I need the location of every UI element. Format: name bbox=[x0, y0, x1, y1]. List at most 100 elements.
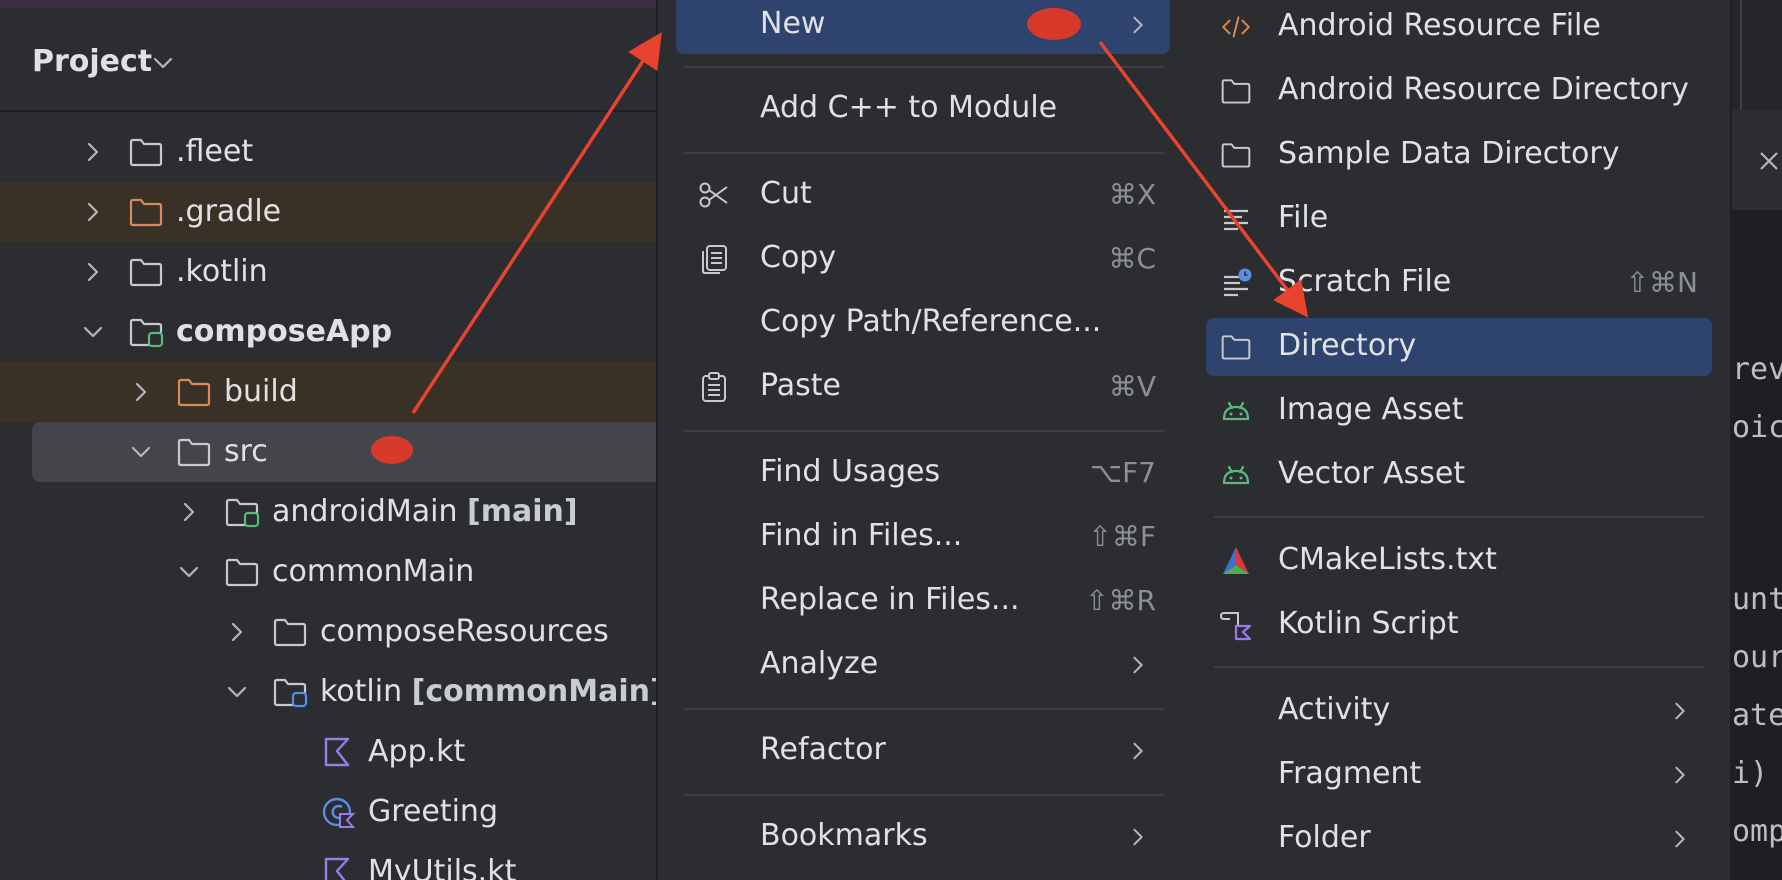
folder-icon bbox=[1220, 331, 1252, 363]
source-set-tag: [commonMain] bbox=[411, 674, 660, 709]
submenu-item-cmakelists[interactable]: CMakeLists.txt bbox=[1206, 532, 1712, 590]
chevron-down-icon[interactable] bbox=[178, 561, 200, 583]
submenu-item-activity[interactable]: Activity bbox=[1206, 682, 1712, 740]
menu-item-label: New bbox=[760, 6, 826, 41]
tree-item-build[interactable]: build bbox=[0, 362, 660, 422]
tree-item-composeapp[interactable]: composeApp bbox=[0, 302, 660, 362]
submenu-item-shortcut: ⇧⌘N bbox=[1625, 266, 1698, 299]
submenu-item-label: Scratch File bbox=[1278, 264, 1452, 299]
submenu-item-file[interactable]: File bbox=[1206, 190, 1712, 248]
menu-item-analyze[interactable]: Analyze bbox=[676, 636, 1170, 694]
menu-item-new[interactable]: New bbox=[676, 0, 1170, 54]
tree-item-gradle[interactable]: .gradle bbox=[0, 182, 660, 242]
tree-item-label: Greeting bbox=[368, 794, 498, 829]
submenu-item-image-asset[interactable]: Image Asset bbox=[1206, 382, 1712, 440]
submenu-item-label: Android Resource File bbox=[1278, 8, 1601, 43]
chevron-right-icon[interactable] bbox=[130, 381, 152, 403]
folder-icon bbox=[128, 136, 164, 168]
tree-item-androidmain[interactable]: androidMain [main] bbox=[0, 482, 660, 542]
menu-item-label: Add C++ to Module bbox=[760, 90, 1058, 125]
menu-item-cut[interactable]: Cut ⌘X bbox=[676, 166, 1170, 224]
menu-item-find-usages[interactable]: Find Usages ⌥F7 bbox=[676, 444, 1170, 502]
menu-item-copy-path[interactable]: Copy Path/Reference... bbox=[676, 294, 1170, 352]
scratch-file-icon bbox=[1224, 268, 1252, 297]
close-icon[interactable] bbox=[1758, 150, 1780, 172]
source-root-folder-icon bbox=[272, 676, 308, 708]
submenu-item-label: Kotlin Script bbox=[1278, 606, 1459, 641]
submenu-item-label: Sample Data Directory bbox=[1278, 136, 1620, 171]
source-set-folder-icon bbox=[224, 496, 260, 528]
chevron-right-icon[interactable] bbox=[226, 621, 248, 643]
menu-item-refactor[interactable]: Refactor bbox=[676, 722, 1170, 780]
clipboard-icon bbox=[702, 372, 726, 402]
editor-divider bbox=[1740, 0, 1742, 110]
submenu-item-label: Android Resource Directory bbox=[1278, 72, 1689, 107]
chevron-down-icon[interactable] bbox=[226, 681, 248, 703]
tree-item-app-kt[interactable]: App.kt bbox=[0, 722, 660, 782]
menu-item-label: Copy bbox=[760, 240, 837, 275]
menu-item-bookmarks[interactable]: Bookmarks bbox=[676, 808, 1170, 866]
submenu-item-fragment[interactable]: Fragment bbox=[1206, 746, 1712, 804]
tree-item-label: build bbox=[224, 374, 298, 409]
chevron-right-icon bbox=[1670, 829, 1690, 849]
menu-item-copy[interactable]: Copy ⌘C bbox=[676, 230, 1170, 288]
submenu-item-label: Directory bbox=[1278, 328, 1417, 363]
submenu-item-android-resource-file[interactable]: Android Resource File bbox=[1206, 0, 1712, 56]
code-line: ate bbox=[1732, 698, 1782, 733]
menu-item-label: Find Usages bbox=[760, 454, 941, 489]
menu-item-paste[interactable]: Paste ⌘V bbox=[676, 358, 1170, 416]
tree-item-src[interactable]: src bbox=[32, 422, 660, 482]
submenu-item-kotlin-script[interactable]: Kotlin Script bbox=[1206, 596, 1712, 654]
tree-item-kotlin-hidden[interactable]: .kotlin bbox=[0, 242, 660, 302]
code-editor[interactable]: rev oic unt our ate i) omp bbox=[1732, 0, 1782, 880]
project-panel-title[interactable]: Project bbox=[32, 44, 152, 79]
folder-icon bbox=[1220, 75, 1252, 107]
submenu-item-sample-data-directory[interactable]: Sample Data Directory bbox=[1206, 126, 1712, 184]
tree-item-fleet[interactable]: .fleet bbox=[0, 122, 660, 182]
submenu-item-vector-asset[interactable]: Vector Asset bbox=[1206, 446, 1712, 504]
tree-item-label: .gradle bbox=[176, 194, 282, 229]
chevron-right-icon[interactable] bbox=[178, 501, 200, 523]
chevron-right-icon[interactable] bbox=[82, 141, 104, 163]
menu-item-label: Analyze bbox=[760, 646, 879, 681]
menu-item-label: Paste bbox=[760, 368, 841, 403]
folder-icon bbox=[272, 616, 308, 648]
submenu-item-label: File bbox=[1278, 200, 1329, 235]
chevron-right-icon bbox=[1128, 15, 1148, 35]
menu-item-replace-in-files[interactable]: Replace in Files... ⇧⌘R bbox=[676, 572, 1170, 630]
submenu-item-label: Activity bbox=[1278, 692, 1391, 727]
code-line: our bbox=[1732, 640, 1782, 675]
tree-item-greeting[interactable]: Greeting bbox=[0, 782, 660, 842]
chevron-down-icon[interactable] bbox=[82, 321, 104, 343]
editor-toolbar bbox=[1732, 0, 1782, 110]
code-line: unt bbox=[1732, 582, 1782, 617]
chevron-right-icon[interactable] bbox=[82, 261, 104, 283]
chevron-down-icon[interactable] bbox=[152, 52, 174, 74]
submenu-item-folder[interactable]: Folder bbox=[1206, 810, 1712, 868]
tree-item-kotlin-source-root[interactable]: kotlin [commonMain] bbox=[0, 662, 660, 722]
code-line: oic bbox=[1732, 410, 1782, 445]
menu-separator bbox=[1214, 516, 1704, 518]
tree-item-label: MyUtils.kt bbox=[368, 854, 517, 880]
tree-item-composeresources[interactable]: composeResources bbox=[0, 602, 660, 662]
menu-item-label: Replace in Files... bbox=[760, 582, 1020, 617]
menu-item-find-in-files[interactable]: Find in Files... ⇧⌘F bbox=[676, 508, 1170, 566]
submenu-item-directory[interactable]: Directory bbox=[1206, 318, 1712, 376]
submenu-item-android-resource-directory[interactable]: Android Resource Directory bbox=[1206, 62, 1712, 120]
chevron-down-icon[interactable] bbox=[130, 441, 152, 463]
kotlin-file-icon bbox=[324, 857, 350, 880]
tree-item-label: composeResources bbox=[320, 614, 609, 649]
folder-icon bbox=[176, 436, 212, 468]
code-line: omp bbox=[1732, 814, 1782, 849]
chevron-right-icon[interactable] bbox=[82, 201, 104, 223]
menu-item-add-cpp[interactable]: Add C++ to Module bbox=[676, 80, 1170, 138]
submenu-item-scratch-file[interactable]: Scratch File ⇧⌘N bbox=[1206, 254, 1712, 312]
android-icon bbox=[1220, 395, 1252, 427]
tree-item-label: commonMain bbox=[272, 554, 475, 589]
project-panel-header[interactable]: Project bbox=[0, 8, 660, 112]
submenu-item-label: CMakeLists.txt bbox=[1278, 542, 1497, 577]
tree-item-commonmain[interactable]: commonMain bbox=[0, 542, 660, 602]
copy-icon bbox=[702, 245, 727, 274]
tree-item-myutils-kt[interactable]: MyUtils.kt bbox=[0, 842, 660, 880]
module-folder-icon bbox=[128, 316, 164, 348]
